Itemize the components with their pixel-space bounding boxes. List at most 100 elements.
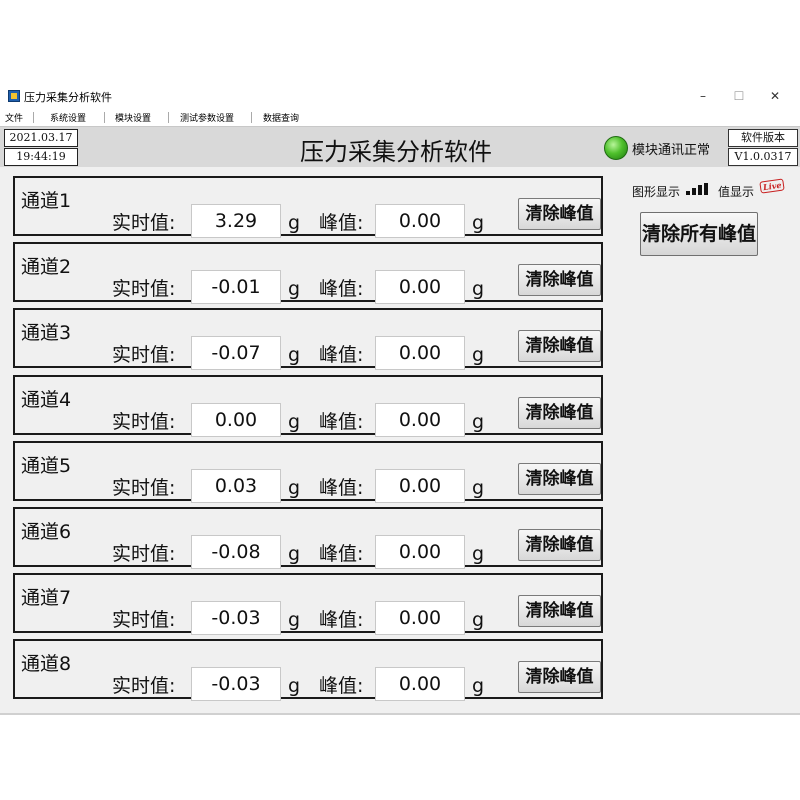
realtime-label: 实时值: [112, 609, 176, 632]
menu-separator [104, 112, 105, 123]
window-bottom-edge [0, 713, 800, 715]
clear-peak-button[interactable]: 清除峰值 [518, 198, 601, 230]
clear-peak-button[interactable]: 清除峰值 [518, 264, 601, 297]
channel-panel: 通道7 实时值: -0.03 g 峰值: 0.00 g 清除峰值 [13, 573, 603, 636]
graph-display-label[interactable]: 图形显示 [632, 183, 680, 200]
clear-peak-button[interactable]: 清除峰值 [518, 330, 601, 363]
maximize-button[interactable]: ☐ [726, 86, 752, 106]
menu-data-query[interactable]: 数据查询 [263, 111, 299, 124]
connection-status: 模块通讯正常 [632, 143, 711, 158]
realtime-unit: g [288, 609, 301, 632]
menu-module-settings[interactable]: 模块设置 [115, 111, 151, 124]
page-title: 压力采集分析软件 [300, 138, 492, 166]
clear-peak-button[interactable]: 清除峰值 [518, 661, 601, 694]
peak-label: 峰值: [319, 278, 364, 301]
channel-name: 通道6 [21, 521, 72, 543]
peak-label: 峰值: [319, 675, 364, 698]
realtime-label: 实时值: [112, 476, 176, 499]
channel-name: 通道5 [21, 454, 72, 477]
peak-label: 峰值: [319, 476, 364, 499]
channel-panel: 通道4 实时值: 0.00 g 峰值: 0.00 g 清除峰值 [13, 374, 603, 437]
menu-separator [251, 112, 252, 123]
realtime-unit: g [288, 212, 301, 234]
realtime-value: -0.03 [191, 601, 281, 636]
peak-value: 0.00 [375, 204, 465, 238]
clear-peak-button[interactable]: 清除峰值 [518, 396, 601, 429]
realtime-unit: g [288, 278, 301, 301]
peak-value: 0.00 [375, 601, 465, 636]
peak-unit: g [472, 212, 485, 234]
peak-unit: g [472, 543, 485, 565]
time-display: 19:44:19 [4, 148, 78, 166]
realtime-value: -0.03 [191, 667, 281, 702]
peak-value: 0.00 [375, 468, 465, 503]
clear-peak-button[interactable]: 清除峰值 [518, 595, 601, 628]
realtime-unit: g [288, 675, 301, 698]
peak-label: 峰值: [319, 410, 364, 433]
channel-panel: 通道1 实时值: 3.29 g 峰值: 0.00 g 清除峰值 [13, 176, 603, 238]
clear-peak-button[interactable]: 清除峰值 [518, 462, 601, 495]
realtime-label: 实时值: [112, 212, 176, 234]
menu-bar: 文件 系统设置 模块设置 测试参数设置 数据查询 [0, 109, 800, 126]
app-icon [8, 90, 20, 102]
realtime-value: 0.00 [191, 402, 281, 437]
peak-label: 峰值: [319, 609, 364, 632]
signal-bars-icon[interactable] [686, 183, 712, 195]
realtime-unit: g [288, 410, 301, 433]
peak-value: 0.00 [375, 336, 465, 371]
channel-panel: 通道2 实时值: -0.01 g 峰值: 0.00 g 清除峰值 [13, 242, 603, 305]
channel-panel: 通道8 实时值: -0.03 g 峰值: 0.00 g 清除峰值 [13, 639, 603, 702]
value-display-label[interactable]: 值显示 [718, 183, 754, 200]
close-button[interactable]: ✕ [762, 86, 788, 106]
channel-panel: 通道6 实时值: -0.08 g 峰值: 0.00 g 清除峰值 [13, 507, 603, 569]
realtime-label: 实时值: [112, 278, 176, 301]
channel-panel: 通道3 实时值: -0.07 g 峰值: 0.00 g 清除峰值 [13, 308, 603, 371]
realtime-unit: g [288, 543, 301, 565]
realtime-value: -0.08 [191, 535, 281, 569]
channel-name: 通道2 [21, 256, 72, 279]
peak-label: 峰值: [319, 344, 364, 367]
peak-unit: g [472, 410, 485, 433]
peak-value: 0.00 [375, 535, 465, 569]
realtime-label: 实时值: [112, 675, 176, 698]
peak-value: 0.00 [375, 402, 465, 437]
realtime-label: 实时值: [112, 344, 176, 367]
channel-name: 通道8 [21, 653, 72, 676]
peak-value: 0.00 [375, 270, 465, 305]
menu-separator [33, 112, 34, 123]
menu-separator [168, 112, 169, 123]
realtime-value: -0.01 [191, 270, 281, 305]
channel-name: 通道4 [21, 388, 72, 411]
realtime-unit: g [288, 344, 301, 367]
peak-unit: g [472, 675, 485, 698]
realtime-unit: g [288, 476, 301, 499]
peak-label: 峰值: [319, 212, 364, 234]
menu-system-settings[interactable]: 系统设置 [50, 111, 86, 124]
menu-file[interactable]: 文件 [5, 111, 23, 124]
version-label: 软件版本 [728, 129, 798, 147]
status-led-icon [604, 136, 628, 160]
channel-panel: 通道5 实时值: 0.03 g 峰值: 0.00 g 清除峰值 [13, 440, 603, 503]
peak-unit: g [472, 476, 485, 499]
peak-label: 峰值: [319, 543, 364, 565]
channel-name: 通道7 [21, 587, 72, 610]
date-display: 2021.03.17 [4, 129, 78, 147]
window-title: 压力采集分析软件 [24, 91, 112, 104]
peak-unit: g [472, 609, 485, 632]
realtime-value: 3.29 [191, 204, 281, 238]
peak-unit: g [472, 344, 485, 367]
peak-value: 0.00 [375, 667, 465, 702]
channel-name: 通道1 [21, 190, 72, 212]
realtime-label: 实时值: [112, 410, 176, 433]
minimize-button[interactable]: – [690, 86, 716, 106]
version-value: V1.0.0317 [728, 148, 798, 166]
header-bar: 2021.03.17 19:44:19 压力采集分析软件 模块通讯正常 软件版本… [0, 126, 800, 167]
menu-test-params[interactable]: 测试参数设置 [180, 111, 234, 124]
realtime-value: -0.07 [191, 336, 281, 371]
channel-name: 通道3 [21, 322, 72, 345]
realtime-label: 实时值: [112, 543, 176, 565]
clear-peak-button[interactable]: 清除峰值 [518, 529, 601, 561]
realtime-value: 0.03 [191, 468, 281, 503]
peak-unit: g [472, 278, 485, 301]
clear-all-peaks-button[interactable]: 清除所有峰值 [640, 212, 758, 256]
